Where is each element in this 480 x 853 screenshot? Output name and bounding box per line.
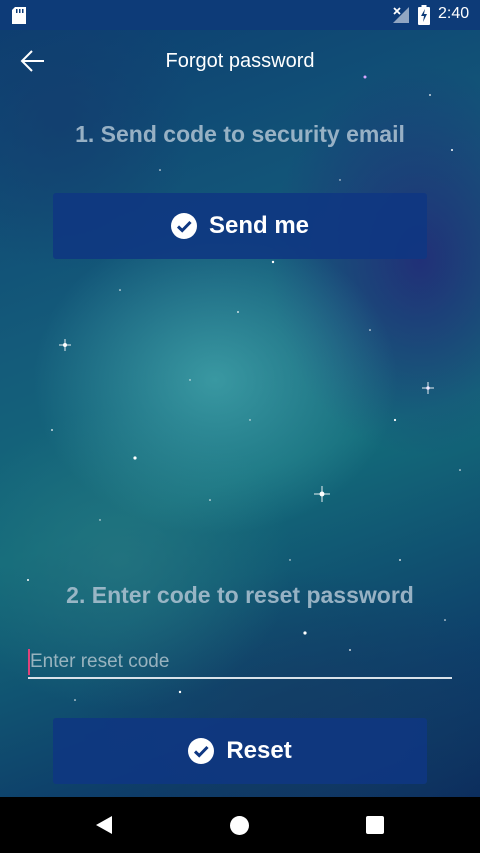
navigation-bar (0, 797, 480, 853)
page-title: Forgot password (165, 50, 315, 72)
status-time: 2:40 (438, 5, 470, 22)
battery-charging-icon (418, 5, 430, 25)
send-me-button[interactable]: Send me (53, 193, 427, 259)
nav-home-icon[interactable] (229, 815, 250, 836)
step-2-heading: 2. Enter code to reset password (66, 582, 414, 608)
check-circle-icon (170, 213, 197, 239)
no-signal-icon (393, 7, 409, 23)
status-bar: 2:40 (0, 0, 480, 30)
sd-card-icon (12, 7, 26, 24)
send-me-label: Send me (208, 212, 310, 239)
text-caret (28, 649, 30, 675)
reset-label: Reset (226, 737, 292, 764)
nav-back-icon[interactable] (94, 815, 114, 835)
step-1-heading: 1. Send code to security email (75, 121, 405, 147)
forgot-password-screen: 2:40 Forgot password 1. Send code to sec… (0, 0, 480, 853)
nav-recents-icon[interactable] (366, 816, 384, 834)
reset-button[interactable]: Reset (53, 718, 427, 784)
check-circle-icon (188, 738, 215, 764)
reset-code-input[interactable] (28, 647, 452, 679)
